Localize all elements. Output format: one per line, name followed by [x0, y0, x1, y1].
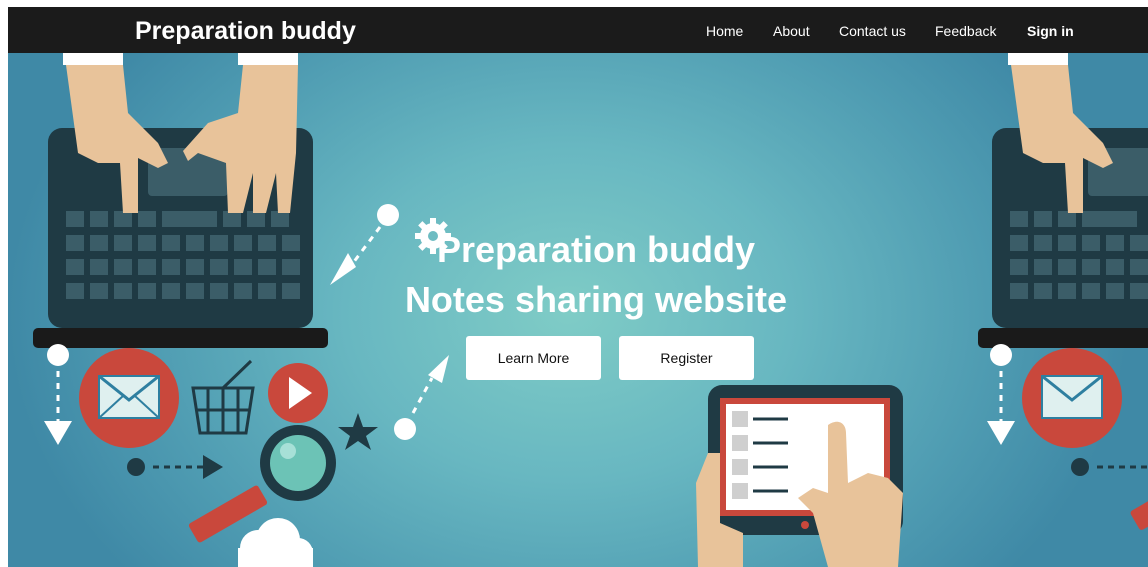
mail-icon-right: [1022, 348, 1122, 448]
hero-title-line2: Notes sharing website: [404, 279, 788, 320]
nav-home[interactable]: Home: [706, 22, 743, 40]
brand-logo-text[interactable]: Preparation buddy: [135, 15, 356, 47]
nav-about[interactable]: About: [773, 22, 810, 40]
nav-feedback[interactable]: Feedback: [935, 22, 996, 40]
tablet-icon: [696, 385, 903, 567]
nav-sign-in[interactable]: Sign in: [1027, 22, 1074, 40]
cart-icon: [191, 359, 255, 435]
register-button[interactable]: Register: [619, 336, 754, 380]
play-icon: [268, 363, 328, 423]
hero-title-line1: Preparation buddy: [436, 229, 756, 270]
hero-banner: Preparation buddy Notes sharing website …: [8, 53, 1148, 567]
learn-more-button[interactable]: Learn More: [466, 336, 601, 380]
nav-contact-us[interactable]: Contact us: [839, 22, 906, 40]
top-navbar: Preparation buddy Home About Contact us …: [8, 7, 1148, 53]
star-icon: [338, 413, 378, 450]
mail-icon: [79, 348, 179, 448]
cloud-icon: [238, 518, 313, 567]
